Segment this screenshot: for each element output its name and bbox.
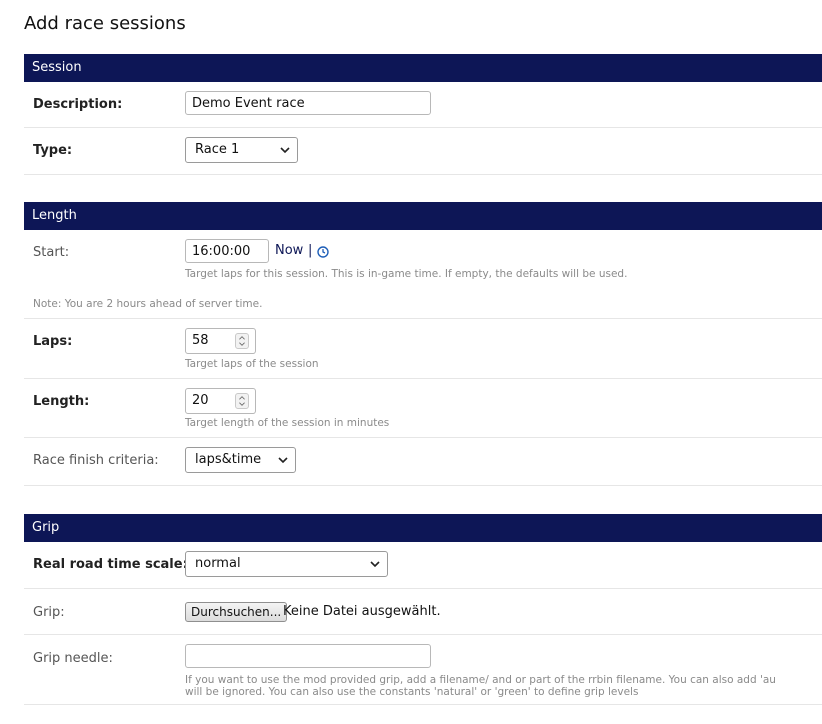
length-row: Length: 20 Target length of the session … (24, 379, 822, 438)
time-scale-row: Real road time scale: normal (24, 542, 822, 589)
chevron-down-icon (370, 561, 380, 568)
start-time-input[interactable] (185, 239, 269, 263)
start-help: Target laps for this session. This is in… (185, 268, 628, 280)
length-help: Target length of the session in minutes (185, 417, 390, 429)
finish-criteria-label: Race finish criteria: (33, 453, 159, 468)
grip-needle-help-line1: If you want to use the mod provided grip… (185, 674, 776, 686)
chevron-down-icon (280, 147, 290, 154)
session-section: Session Description: Type: Race 1 (24, 54, 822, 175)
grip-header: Grip (24, 514, 822, 542)
session-header: Session (24, 54, 822, 82)
grip-file-row: Grip: Durchsuchen... Keine Datei ausgewä… (24, 589, 822, 635)
time-scale-value: normal (195, 556, 241, 571)
start-label: Start: (33, 245, 70, 260)
laps-label: Laps: (33, 334, 73, 349)
time-scale-select[interactable]: normal (185, 551, 388, 577)
grip-label: Grip: (33, 605, 65, 620)
now-link[interactable]: Now (275, 243, 303, 258)
chevron-down-icon (278, 457, 288, 464)
type-row: Type: Race 1 (24, 128, 822, 175)
length-label: Length: (33, 394, 90, 409)
type-select-value: Race 1 (195, 142, 240, 157)
server-time-note: Note: You are 2 hours ahead of server ti… (33, 298, 263, 310)
length-header: Length (24, 202, 822, 230)
laps-row: Laps: 58 Target laps of the session (24, 319, 822, 379)
laps-value: 58 (192, 333, 209, 348)
length-section: Length Start: Now | Target laps for this… (24, 202, 822, 486)
laps-input[interactable]: 58 (185, 328, 256, 354)
page-title: Add race sessions (24, 13, 186, 34)
type-select[interactable]: Race 1 (185, 137, 298, 163)
grip-needle-input[interactable] (185, 644, 431, 668)
grip-section: Grip Real road time scale: normal Grip: … (24, 514, 822, 705)
type-label: Type: (33, 143, 73, 158)
length-input[interactable]: 20 (185, 388, 256, 414)
link-separator: | (308, 243, 313, 258)
length-value: 20 (192, 393, 209, 408)
finish-criteria-row: Race finish criteria: laps&time (24, 438, 822, 486)
grip-needle-label: Grip needle: (33, 651, 113, 666)
description-label: Description: (33, 97, 123, 112)
file-status: Keine Datei ausgewählt. (283, 604, 441, 619)
clock-icon[interactable] (317, 246, 329, 258)
grip-needle-row: Grip needle: If you want to use the mod … (24, 635, 822, 705)
browse-button[interactable]: Durchsuchen... (185, 602, 288, 622)
description-row: Description: (24, 82, 822, 128)
laps-help: Target laps of the session (185, 358, 319, 370)
finish-criteria-select[interactable]: laps&time (185, 447, 296, 473)
finish-criteria-value: laps&time (195, 452, 262, 467)
spinner-icon[interactable] (235, 333, 249, 349)
spinner-icon[interactable] (235, 393, 249, 409)
grip-needle-help-line2: will be ignored. You can also use the co… (185, 686, 639, 698)
time-scale-label: Real road time scale: (33, 557, 188, 572)
description-input[interactable] (185, 91, 431, 115)
start-row: Start: Now | Target laps for this sessio… (24, 230, 822, 319)
